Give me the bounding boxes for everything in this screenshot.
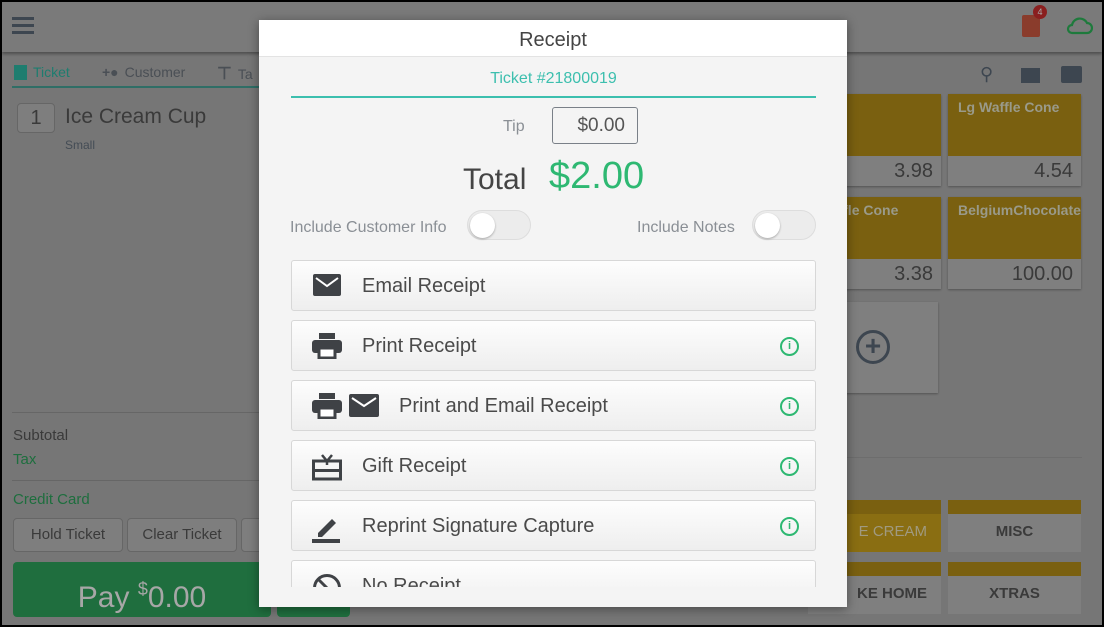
tab-label: Ticket xyxy=(33,64,70,80)
product-name: BelgiumChocolate xyxy=(948,197,1081,259)
option-label: Reprint Signature Capture xyxy=(362,515,595,537)
option-label: Print and Email Receipt xyxy=(399,395,608,417)
notification-badge: 4 xyxy=(1033,5,1047,19)
hold-ticket-button[interactable]: Hold Ticket xyxy=(13,518,123,552)
divider xyxy=(808,457,1082,458)
payment-method-label: Credit Card xyxy=(13,491,90,508)
category-label: XTRAS xyxy=(989,585,1040,602)
option-label: Gift Receipt xyxy=(362,455,467,477)
barcode-icon[interactable] xyxy=(1021,68,1040,83)
gift-card-icon xyxy=(312,454,342,481)
email-icon xyxy=(313,274,341,296)
info-icon[interactable]: i xyxy=(780,397,799,416)
item-modifier: Small xyxy=(65,138,96,152)
info-icon[interactable]: i xyxy=(780,517,799,536)
include-notes-toggle[interactable] xyxy=(752,210,816,240)
total-value: $2.00 xyxy=(549,155,645,197)
print-receipt-button[interactable]: Print Receipt i xyxy=(291,320,816,371)
product-tile[interactable]: Lg Waffle Cone 4.54 xyxy=(948,94,1081,186)
pay-currency: $ xyxy=(137,579,148,599)
tax-label: Tax xyxy=(13,451,37,468)
cloud-icon[interactable] xyxy=(1065,14,1093,36)
product-name: Lg Waffle Cone xyxy=(948,94,1081,156)
tab-label: Ta xyxy=(237,66,253,82)
product-price: 100.00 xyxy=(1011,263,1073,285)
include-customer-toggle[interactable] xyxy=(467,210,531,240)
print-email-receipt-button[interactable]: Print and Email Receipt i xyxy=(291,380,816,431)
signature-icon xyxy=(312,519,340,543)
menu-icon[interactable] xyxy=(12,17,34,35)
tab-label: Customer xyxy=(124,64,186,80)
clear-ticket-button[interactable]: Clear Ticket xyxy=(127,518,237,552)
receipt-dialog: Receipt Ticket #21800019 Tip $0.00 Total… xyxy=(259,20,847,607)
option-label: Email Receipt xyxy=(362,275,486,297)
email-receipt-button[interactable]: Email Receipt xyxy=(291,260,816,311)
pos-app: 4 Ticket +● Customer ⊤ Ta 1 Ice Cream Cup … xyxy=(2,2,1102,625)
reprint-signature-button[interactable]: Reprint Signature Capture i xyxy=(291,500,816,551)
subtotal-label: Subtotal xyxy=(13,427,69,444)
item-name[interactable]: Ice Cream Cup xyxy=(65,105,206,129)
product-price: 4.54 xyxy=(1034,160,1073,182)
gift-receipt-button[interactable]: Gift Receipt i xyxy=(291,440,816,491)
product-tile[interactable]: BelgiumChocolate 100.00 xyxy=(948,197,1081,289)
tip-label: Tip xyxy=(503,118,525,135)
include-notes-label: Include Notes xyxy=(637,219,735,236)
camera-icon[interactable] xyxy=(1061,66,1082,83)
dialog-title: Receipt xyxy=(259,20,847,57)
table-icon: ⊤ xyxy=(217,64,232,83)
total-label: Total xyxy=(463,163,527,196)
category-misc[interactable]: MISC xyxy=(948,500,1081,552)
info-icon[interactable]: i xyxy=(780,457,799,476)
tab-ticket[interactable]: Ticket xyxy=(14,64,70,80)
include-customer-label: Include Customer Info xyxy=(290,219,447,236)
pay-amount: 0.00 xyxy=(147,581,207,614)
category-xtras[interactable]: XTRAS xyxy=(948,562,1081,614)
ticket-icon xyxy=(14,64,27,80)
search-icon[interactable]: ⚲ xyxy=(980,64,993,85)
tab-table[interactable]: ⊤ Ta xyxy=(217,64,253,84)
add-person-icon: +● xyxy=(102,64,119,80)
printer-icon xyxy=(312,333,342,359)
tip-input[interactable]: $0.00 xyxy=(552,107,638,144)
option-label: Print Receipt xyxy=(362,335,477,357)
category-label: MISC xyxy=(995,523,1034,540)
info-icon[interactable]: i xyxy=(780,337,799,356)
pay-label: Pay xyxy=(77,581,130,614)
printer-email-icon xyxy=(312,393,379,419)
item-quantity[interactable]: 1 xyxy=(17,103,55,133)
dialog-footer xyxy=(259,587,847,607)
tab-customer[interactable]: +● Customer xyxy=(102,64,185,80)
pay-button[interactable]: Pay $0.00 xyxy=(13,562,271,617)
ticket-number: Ticket #21800019 xyxy=(291,70,816,98)
plus-circle-icon: + xyxy=(856,330,890,364)
